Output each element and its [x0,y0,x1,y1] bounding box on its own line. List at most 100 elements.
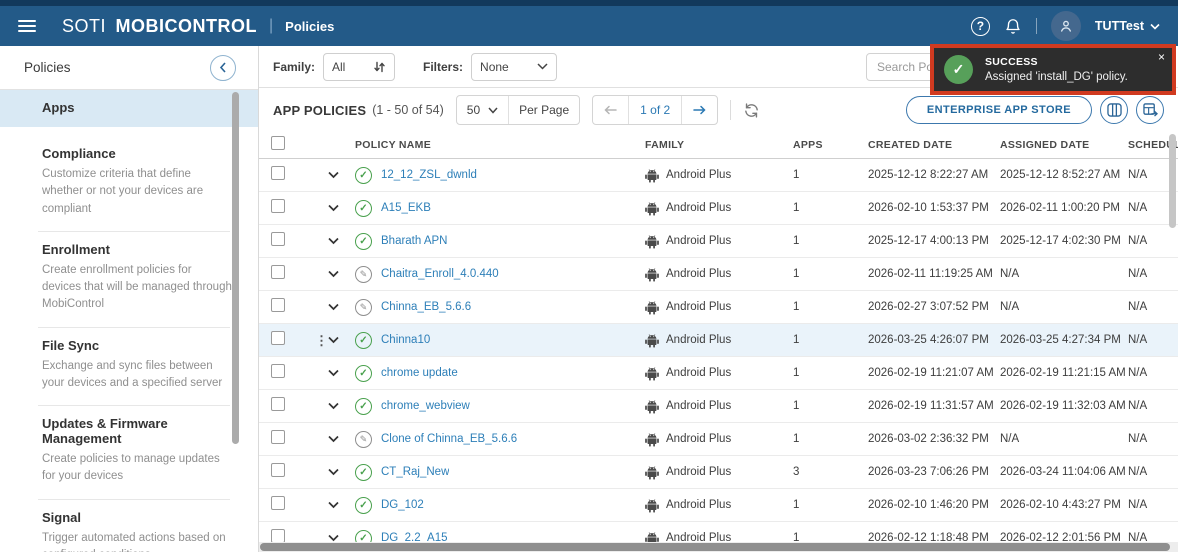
select-all-checkbox[interactable] [271,135,285,150]
sidebar-item-signal[interactable]: Signal Trigger automated actions based o… [0,498,258,552]
policy-name-link[interactable]: DG_102 [381,499,424,511]
row-checkbox[interactable] [271,165,285,180]
chevron-left-icon [219,62,226,73]
filters-dropdown[interactable]: None [471,52,558,81]
policy-status-icon [355,397,372,415]
row-checkbox[interactable] [271,495,285,510]
table-row[interactable]: ⋮ Chinna10 Android Plus 1 2026-03-25 4:2… [259,324,1178,357]
apps-count: 1 [793,367,800,379]
brand-soti: SOTI [62,15,107,36]
family-filter-value: All [332,59,346,74]
policy-name-link[interactable]: 12_12_ZSL_dwnld [381,169,477,181]
family-filter-dropdown[interactable]: All [323,52,396,81]
row-checkbox[interactable] [271,429,285,444]
sidebar-item-file-sync[interactable]: File Sync Exchange and sync files betwee… [0,326,258,406]
row-checkbox[interactable] [271,462,285,477]
sidebar-item-compliance[interactable]: Compliance Customize criteria that defin… [0,135,258,231]
row-expand-chevron-icon[interactable] [327,171,339,179]
row-menu-icon[interactable]: ⋮ [315,334,328,347]
policy-name-link[interactable]: CT_Raj_New [381,466,449,478]
sidebar-item-description: Exchange and sync files between your dev… [42,359,223,389]
table-row-range: (1 - 50 of 54) [372,103,444,117]
table-row[interactable]: Chinna_EB_5.6.6 Android Plus 1 2026-02-2… [259,291,1178,324]
row-checkbox[interactable] [271,297,285,312]
vertical-scrollbar[interactable] [1169,134,1176,228]
row-expand-chevron-icon[interactable] [327,270,339,278]
policy-name-link[interactable]: Clone of Chinna_EB_5.6.6 [381,433,517,445]
row-checkbox[interactable] [271,264,285,279]
column-assigned-date[interactable]: ASSIGNED DATE [1000,139,1128,151]
notifications-bell-icon[interactable] [1004,17,1022,36]
horizontal-scrollbar-thumb[interactable] [260,543,1170,551]
table-row[interactable]: Bharath APN Android Plus 1 2025-12-17 4:… [259,225,1178,258]
created-date: 2026-03-25 4:26:07 PM [868,334,989,346]
row-expand-chevron-icon[interactable] [327,402,339,410]
sidebar-scrollbar[interactable] [232,92,239,444]
topbar-separator [1035,18,1037,34]
policy-name-link[interactable]: A15_EKB [381,202,431,214]
column-created-date[interactable]: CREATED DATE [868,139,1000,151]
created-date: 2026-02-27 3:07:52 PM [868,301,989,313]
table-row[interactable]: Clone of Chinna_EB_5.6.6 Android Plus 1 … [259,423,1178,456]
sidebar-item-apps[interactable]: Apps [0,90,258,127]
row-checkbox[interactable] [271,528,285,543]
sidebar-item-updates-firmware-management[interactable]: Updates & Firmware Management Create pol… [0,405,258,499]
assigned-date: 2026-02-19 11:32:03 AM [1000,400,1126,412]
hamburger-menu-icon[interactable] [18,20,36,32]
refresh-icon[interactable] [743,102,760,119]
table-row[interactable]: chrome_webview Android Plus 1 2026-02-19… [259,390,1178,423]
arrow-right-icon [693,105,706,115]
policy-name-link[interactable]: Chinna10 [381,334,430,346]
row-checkbox[interactable] [271,231,285,246]
row-expand-chevron-icon[interactable] [327,336,339,344]
pagination-control: 1 of 2 [592,95,719,125]
success-toast: ✓ SUCCESS Assigned 'install_DG' policy. … [930,44,1176,95]
policy-name-link[interactable]: chrome_webview [381,400,470,412]
sidebar-item-description: Create enrollment policies for devices t… [42,263,232,311]
user-menu[interactable]: TUTTest [1095,19,1160,33]
row-expand-chevron-icon[interactable] [327,435,339,443]
table-row[interactable]: 12_12_ZSL_dwnld Android Plus 1 2025-12-1… [259,159,1178,192]
column-family[interactable]: FAMILY [645,139,793,151]
table-row[interactable]: chrome update Android Plus 1 2026-02-19 … [259,357,1178,390]
collapse-sidebar-button[interactable] [210,54,236,81]
enterprise-app-store-button[interactable]: ENTERPRISE APP STORE [905,96,1092,124]
previous-page-button[interactable] [593,96,628,124]
export-table-button[interactable] [1136,96,1164,124]
policy-name-link[interactable]: chrome update [381,367,458,379]
row-checkbox[interactable] [271,363,285,378]
sidebar-item-description: Customize criteria that define whether o… [42,168,204,215]
table-row[interactable]: Chaitra_Enroll_4.0.440 Android Plus 1 20… [259,258,1178,291]
row-expand-chevron-icon[interactable] [327,534,339,542]
table-row[interactable]: DG_102 Android Plus 1 2026-02-10 1:46:20… [259,489,1178,522]
table-row[interactable]: CT_Raj_New Android Plus 3 2026-03-23 7:0… [259,456,1178,489]
per-page-dropdown[interactable]: 50 [457,96,508,124]
row-checkbox[interactable] [271,396,285,411]
row-expand-chevron-icon[interactable] [327,303,339,311]
policy-name-link[interactable]: Chaitra_Enroll_4.0.440 [381,268,499,280]
sidebar-item-enrollment[interactable]: Enrollment Create enrollment policies fo… [0,230,258,327]
row-expand-chevron-icon[interactable] [327,369,339,377]
policy-name-link[interactable]: Bharath APN [381,235,447,247]
row-expand-chevron-icon[interactable] [327,237,339,245]
table-row[interactable]: A15_EKB Android Plus 1 2026-02-10 1:53:3… [259,192,1178,225]
column-apps[interactable]: APPS [793,139,868,151]
row-checkbox[interactable] [271,330,285,345]
manage-columns-button[interactable] [1100,96,1128,124]
next-page-button[interactable] [681,96,717,124]
row-checkbox[interactable] [271,198,285,213]
user-avatar[interactable] [1050,11,1081,41]
sidebar-item-label: Enrollment [42,241,110,257]
row-expand-chevron-icon[interactable] [327,204,339,212]
apps-count: 1 [793,433,800,445]
help-icon[interactable]: ? [970,16,990,36]
family-value: Android Plus [666,202,732,214]
apps-count: 1 [793,400,800,412]
row-expand-chevron-icon[interactable] [327,501,339,509]
schedule-value: N/A [1128,235,1148,247]
toast-close-icon[interactable]: × [1158,51,1165,63]
column-policy-name[interactable]: POLICY NAME [355,139,645,151]
policy-name-link[interactable]: Chinna_EB_5.6.6 [381,301,471,313]
row-expand-chevron-icon[interactable] [327,468,339,476]
sidebar-item-label: Signal [42,509,82,525]
